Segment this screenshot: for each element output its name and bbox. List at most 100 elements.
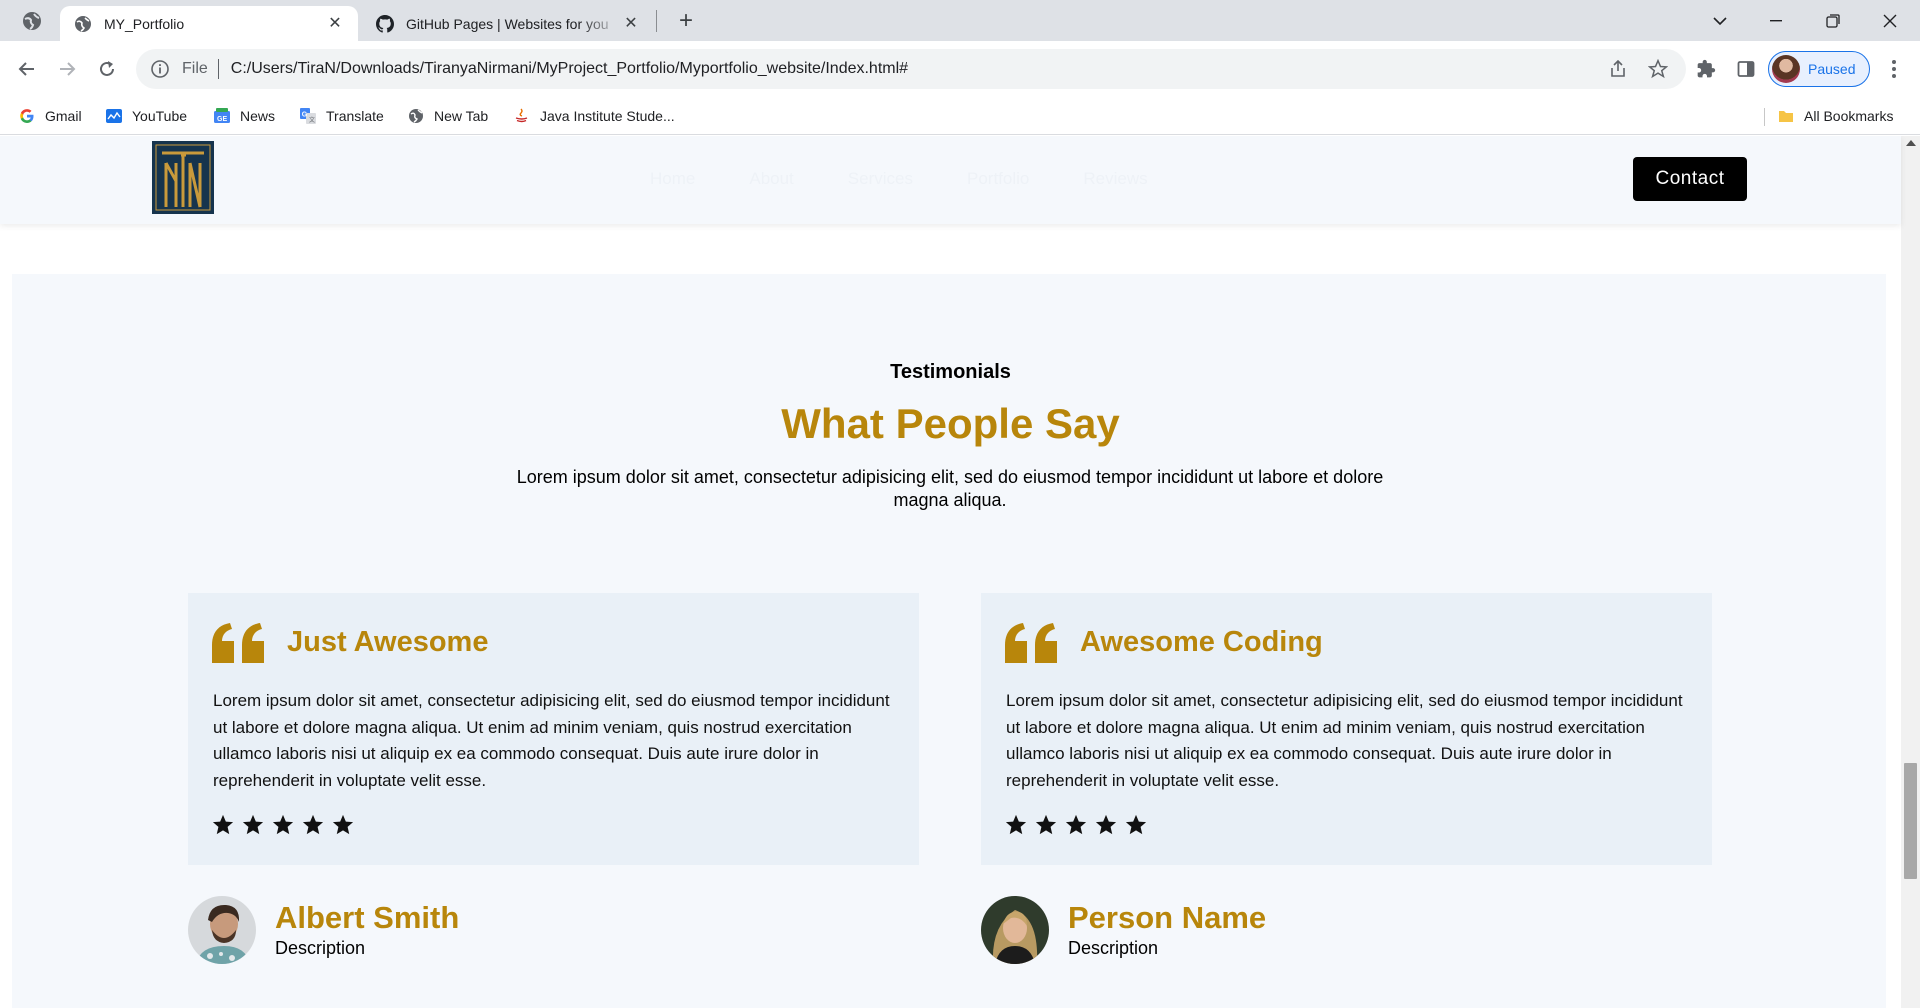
restore-button[interactable] xyxy=(1805,0,1861,41)
extensions-puzzle-icon[interactable] xyxy=(1694,57,1718,81)
star-icon xyxy=(1035,814,1057,836)
all-bookmarks-label: All Bookmarks xyxy=(1804,108,1894,124)
tn-monogram-icon xyxy=(155,144,211,211)
globe-icon xyxy=(409,109,423,123)
bookmarks-divider xyxy=(1764,108,1765,126)
side-panel-icon[interactable] xyxy=(1734,57,1758,81)
vertical-scrollbar[interactable] xyxy=(1901,136,1920,1008)
tab-title: GitHub Pages | Websites for you xyxy=(406,15,609,32)
browser-menu-icon[interactable] xyxy=(1882,55,1906,83)
profile-avatar xyxy=(1772,55,1800,83)
testimonial-card: Just Awesome Lorem ipsum dolor sit amet,… xyxy=(188,593,919,865)
close-window-button[interactable] xyxy=(1862,0,1918,41)
close-tab-icon[interactable]: ✕ xyxy=(622,15,640,33)
tab-search-icon[interactable] xyxy=(22,11,42,31)
star-icon xyxy=(332,814,354,836)
browser-toolbar: File C:/Users/TiraN/Downloads/TiranyaNir… xyxy=(0,41,1920,97)
star-icon xyxy=(212,814,234,836)
star-icon xyxy=(242,814,264,836)
minimize-button[interactable] xyxy=(1748,0,1804,41)
contact-button[interactable]: Contact xyxy=(1633,157,1747,201)
author-avatar xyxy=(188,896,256,964)
bookmark-gmail[interactable]: Gmail xyxy=(19,106,82,126)
star-icon xyxy=(1005,814,1027,836)
folder-icon xyxy=(1779,111,1793,122)
bookmark-label: YouTube xyxy=(132,108,188,124)
reload-button[interactable] xyxy=(91,53,123,85)
forward-button[interactable] xyxy=(51,53,83,85)
author-name: Person Name xyxy=(1068,900,1267,935)
url-text[interactable]: C:/Users/TiraN/Downloads/TiranyaNirmani/… xyxy=(231,60,1606,78)
new-tab-button[interactable]: + xyxy=(672,8,700,36)
tab-strip: MY_Portfolio ✕ GitHub Pages | Websites f… xyxy=(0,0,1920,41)
bookmark-label: Java Institute Stude... xyxy=(540,108,675,124)
page-viewport: Home About Services Portfolio Reviews Co… xyxy=(0,136,1920,1008)
bookmark-youtube[interactable]: YouTube xyxy=(106,106,187,126)
java-icon xyxy=(515,108,528,123)
star-icon xyxy=(1125,814,1147,836)
all-bookmarks-button[interactable]: All Bookmarks xyxy=(1778,106,1893,126)
github-icon xyxy=(376,14,394,33)
site-logo[interactable] xyxy=(152,141,214,214)
svg-text:文: 文 xyxy=(309,116,315,124)
author-description: Description xyxy=(1068,938,1159,958)
card-text: Lorem ipsum dolor sit amet, consectetur … xyxy=(213,691,890,790)
star-rating xyxy=(212,814,354,836)
quote-icon xyxy=(212,623,264,663)
bookmark-star-icon[interactable] xyxy=(1646,57,1670,81)
tab-search-dropdown-icon[interactable] xyxy=(1692,0,1748,41)
address-bar[interactable]: File C:/Users/TiraN/Downloads/TiranyaNir… xyxy=(136,49,1686,89)
bookmark-label: New Tab xyxy=(434,108,489,124)
close-tab-icon[interactable]: ✕ xyxy=(326,15,344,33)
star-rating xyxy=(1005,814,1147,836)
star-icon xyxy=(1095,814,1117,836)
nav-services[interactable]: Services xyxy=(848,169,913,189)
bookmark-label: Gmail xyxy=(45,108,82,124)
scheme-label: File xyxy=(182,60,208,77)
profile-status: Paused xyxy=(1808,61,1856,77)
google-icon xyxy=(20,109,34,123)
section-eyebrow: Testimonials xyxy=(890,361,1011,383)
profile-button[interactable]: Paused xyxy=(1768,51,1870,87)
bookmark-label: News xyxy=(240,108,276,124)
star-icon xyxy=(272,814,294,836)
nav-about[interactable]: About xyxy=(749,169,793,189)
svg-text:G: G xyxy=(302,112,308,119)
card-text: Lorem ipsum dolor sit amet, consectetur … xyxy=(1006,691,1683,790)
globe-icon xyxy=(75,15,91,32)
testimonial-card: Awesome Coding Lorem ipsum dolor sit ame… xyxy=(981,593,1712,865)
bookmark-new-tab[interactable]: New Tab xyxy=(408,106,488,126)
news-icon: GE xyxy=(214,108,230,123)
card-title: Awesome Coding xyxy=(1080,626,1323,658)
bookmark-news[interactable]: GE News xyxy=(214,106,275,126)
youtube-icon xyxy=(106,109,122,123)
svg-text:GE: GE xyxy=(217,116,227,123)
site-info-icon[interactable] xyxy=(150,59,170,79)
nav-portfolio[interactable]: Portfolio xyxy=(967,169,1029,189)
author-description: Description xyxy=(275,938,366,958)
address-divider xyxy=(217,59,219,79)
author-name: Albert Smith xyxy=(275,900,460,935)
section-title: What People Say xyxy=(781,400,1120,447)
nav-reviews[interactable]: Reviews xyxy=(1083,169,1147,189)
tab-github-pages[interactable]: GitHub Pages | Websites for you ✕ xyxy=(362,6,654,41)
tab-separator xyxy=(656,10,657,32)
scroll-up-arrow-icon[interactable] xyxy=(1906,140,1916,146)
bookmark-java-institute[interactable]: Java Institute Stude... xyxy=(514,106,675,126)
back-button[interactable] xyxy=(11,53,43,85)
tab-my-portfolio[interactable]: MY_Portfolio ✕ xyxy=(60,6,358,41)
site-header: Home About Services Portfolio Reviews Co… xyxy=(0,136,1901,224)
bookmarks-bar: Gmail YouTube GE News G 文 Translate New … xyxy=(0,97,1920,135)
bookmark-label: Translate xyxy=(326,108,384,124)
nav-home[interactable]: Home xyxy=(650,169,695,189)
share-icon[interactable] xyxy=(1606,57,1630,81)
main-nav: Home About Services Portfolio Reviews xyxy=(650,169,1148,189)
bookmark-translate[interactable]: G 文 Translate xyxy=(300,106,384,126)
star-icon xyxy=(1065,814,1087,836)
section-description: Lorem ipsum dolor sit amet, consectetur … xyxy=(516,467,1384,510)
tab-title: MY_Portfolio xyxy=(104,15,185,32)
translate-icon: G 文 xyxy=(300,108,316,124)
scrollbar-thumb[interactable] xyxy=(1904,763,1917,879)
author-avatar xyxy=(981,896,1049,964)
card-title: Just Awesome xyxy=(287,626,489,658)
